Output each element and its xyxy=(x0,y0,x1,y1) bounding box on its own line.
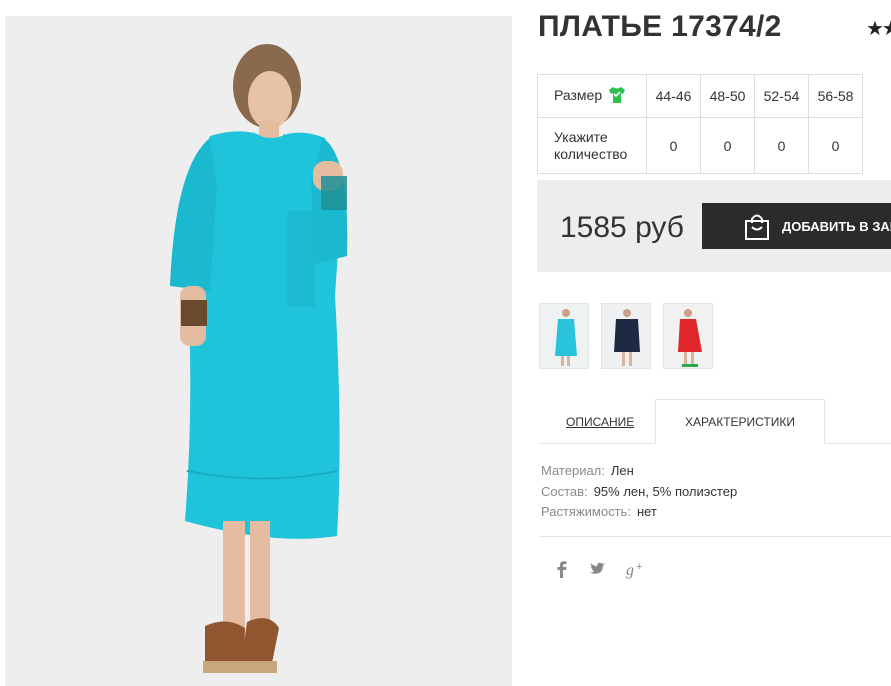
size-header-cell: Размер xyxy=(537,74,647,118)
tab-description[interactable]: ОПИСАНИЕ xyxy=(566,415,634,429)
add-to-order-button[interactable]: ДОБАВИТЬ В ЗАКАЗ xyxy=(702,203,891,249)
quantity-input-56-58[interactable]: 0 xyxy=(808,117,863,174)
spec-row: Растяжимость: нет xyxy=(541,502,737,523)
svg-text:+: + xyxy=(636,561,642,573)
quantity-input-44-46[interactable]: 0 xyxy=(646,117,701,174)
size-quantity-table: Размер 44-46 48-50 52-54 56-58 Укажите к… xyxy=(537,74,863,174)
thumbnail-turquoise[interactable] xyxy=(539,303,589,369)
product-main-image[interactable] xyxy=(5,16,512,686)
quantity-header-cell: Укажите количество xyxy=(537,117,647,174)
spec-key: Растяжимость: xyxy=(541,504,631,519)
characteristics-list: Материал: Лен Состав: 95% лен, 5% полиэсте… xyxy=(541,461,737,523)
quantity-input-48-50[interactable]: 0 xyxy=(700,117,755,174)
thumbnail-navy[interactable] xyxy=(601,303,651,369)
spec-value: Лен xyxy=(610,463,634,478)
social-divider xyxy=(539,536,891,537)
facebook-share-icon[interactable] xyxy=(556,561,568,584)
size-cell-52-54: 52-54 xyxy=(754,74,809,118)
purchase-box: 1585 руб ДОБАВИТЬ В ЗАКАЗ xyxy=(537,180,891,272)
spec-row: Состав: 95% лен, 5% полиэстер xyxy=(541,482,737,503)
price: 1585 руб xyxy=(560,211,684,244)
shopping-bag-icon xyxy=(744,213,770,244)
dress-model-illustration xyxy=(5,16,512,686)
spec-key: Материал: xyxy=(541,463,605,478)
quantity-input-52-54[interactable]: 0 xyxy=(754,117,809,174)
tab-characteristics[interactable]: ХАРАКТЕРИСТИКИ xyxy=(655,399,825,444)
spec-value: 95% лен, 5% полиэстер xyxy=(593,483,738,499)
size-chart-icon[interactable] xyxy=(608,86,626,107)
quantity-label-line2: количество xyxy=(554,145,628,162)
spec-row: Материал: Лен xyxy=(541,461,737,482)
size-label: Размер xyxy=(554,86,603,103)
product-title: ПЛАТЬЕ 17374/2 xyxy=(538,10,782,43)
spec-value: нет xyxy=(636,504,657,519)
twitter-share-icon[interactable] xyxy=(590,561,606,582)
spec-key: Состав: xyxy=(541,483,588,499)
size-cell-44-46: 44-46 xyxy=(646,74,701,118)
rating-stars[interactable]: ★★ xyxy=(866,16,891,41)
size-cell-56-58: 56-58 xyxy=(808,74,863,118)
add-to-order-label: ДОБАВИТЬ В ЗАКАЗ xyxy=(782,218,891,234)
googleplus-share-icon[interactable]: g + xyxy=(626,561,646,584)
thumbnail-red[interactable] xyxy=(663,303,713,369)
size-cell-48-50: 48-50 xyxy=(700,74,755,118)
svg-text:g: g xyxy=(626,562,634,579)
quantity-label-line1: Укажите xyxy=(554,128,608,145)
